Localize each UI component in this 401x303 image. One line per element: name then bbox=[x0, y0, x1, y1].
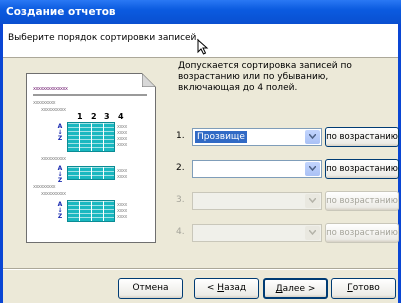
sort-field-value bbox=[195, 195, 199, 207]
preview-subgroup-placeholder: xxxxxxxxxx bbox=[41, 107, 66, 113]
page-fold-icon bbox=[142, 73, 156, 87]
finish-button[interactable]: Готово bbox=[331, 278, 396, 299]
sort-order-button-1[interactable]: по возрастанию bbox=[325, 127, 399, 147]
instruction-text: Выберите порядок сортировки записей. bbox=[8, 33, 200, 43]
report-wizard-window: Создание отчетов Выберите порядок сортир… bbox=[0, 0, 401, 303]
back-button-prefix: < bbox=[206, 283, 218, 293]
next-button[interactable]: Далее > bbox=[263, 278, 328, 299]
window-title: Создание отчетов bbox=[0, 0, 401, 24]
preview-title-placeholder: xxxxxxxxxxxxxx bbox=[33, 86, 68, 92]
preview-grid bbox=[67, 200, 115, 222]
sort-row-number: 3. bbox=[176, 195, 185, 205]
footer-divider bbox=[3, 268, 398, 270]
back-button[interactable]: < Назад bbox=[194, 278, 259, 299]
sort-az-icon: A ↓ Z bbox=[57, 201, 63, 220]
preview-column-number: 1 bbox=[77, 112, 83, 121]
preview-column-number: 2 bbox=[91, 112, 97, 121]
sort-field-value bbox=[195, 227, 199, 239]
back-button-label: азад bbox=[224, 283, 247, 293]
finish-button-label: отово bbox=[352, 283, 380, 293]
preview-extra-placeholder: xxxx xxxx xxxx bbox=[117, 202, 127, 220]
sort-field-value: Прозвище bbox=[195, 131, 247, 143]
sort-field-select-3[interactable] bbox=[192, 192, 322, 210]
sort-order-button-2[interactable]: по возрастанию bbox=[325, 159, 399, 179]
cancel-button[interactable]: Отмена bbox=[118, 278, 183, 299]
preview-extra-placeholder: xxxx xxxx bbox=[117, 168, 127, 180]
chevron-down-icon[interactable] bbox=[305, 194, 320, 208]
chevron-down-icon[interactable] bbox=[305, 162, 320, 176]
mouse-pointer-icon bbox=[197, 39, 209, 55]
sort-field-value bbox=[195, 163, 199, 175]
next-button-hotkey: Д bbox=[275, 284, 283, 294]
chevron-down-icon[interactable] bbox=[305, 130, 320, 144]
report-preview-image: xxxxxxxxxxxxxx xxxxxxxxx xxxxxxxxxx 1 2 … bbox=[26, 73, 156, 243]
sort-row-number: 4. bbox=[176, 227, 185, 237]
sort-order-button-3[interactable]: по возрастанию bbox=[325, 191, 399, 211]
next-button-label: алее > bbox=[282, 284, 316, 294]
sort-field-select-1[interactable]: Прозвище bbox=[192, 128, 322, 146]
preview-subgroup-placeholder: xxxxxxxxxx bbox=[41, 156, 66, 162]
sort-order-button-4[interactable]: по возрастанию bbox=[325, 223, 399, 243]
sort-az-icon: A ↓ Z bbox=[57, 123, 63, 142]
preview-group-placeholder: xxxxxxxxx bbox=[33, 100, 56, 106]
preview-grid bbox=[67, 166, 115, 180]
sort-field-select-4[interactable] bbox=[192, 224, 322, 242]
sort-info-text: Допускается сортировка записей по возрас… bbox=[178, 61, 352, 93]
chevron-down-icon[interactable] bbox=[305, 226, 320, 240]
preview-group-placeholder: xxxxxxxxx bbox=[33, 184, 56, 190]
preview-extra-placeholder: xxxx xxxx xxxx xxxx bbox=[117, 124, 127, 148]
preview-grid bbox=[67, 122, 115, 152]
preview-column-number: 4 bbox=[118, 112, 124, 121]
sort-field-select-2[interactable] bbox=[192, 160, 322, 178]
preview-rule bbox=[33, 94, 147, 96]
sort-az-icon: A ↓ Z bbox=[57, 165, 63, 184]
sort-row-number: 1. bbox=[176, 131, 185, 141]
preview-subgroup-placeholder: xxxxxxxxxx bbox=[41, 191, 66, 197]
sort-row-number: 2. bbox=[176, 163, 185, 173]
preview-column-number: 3 bbox=[104, 112, 110, 121]
